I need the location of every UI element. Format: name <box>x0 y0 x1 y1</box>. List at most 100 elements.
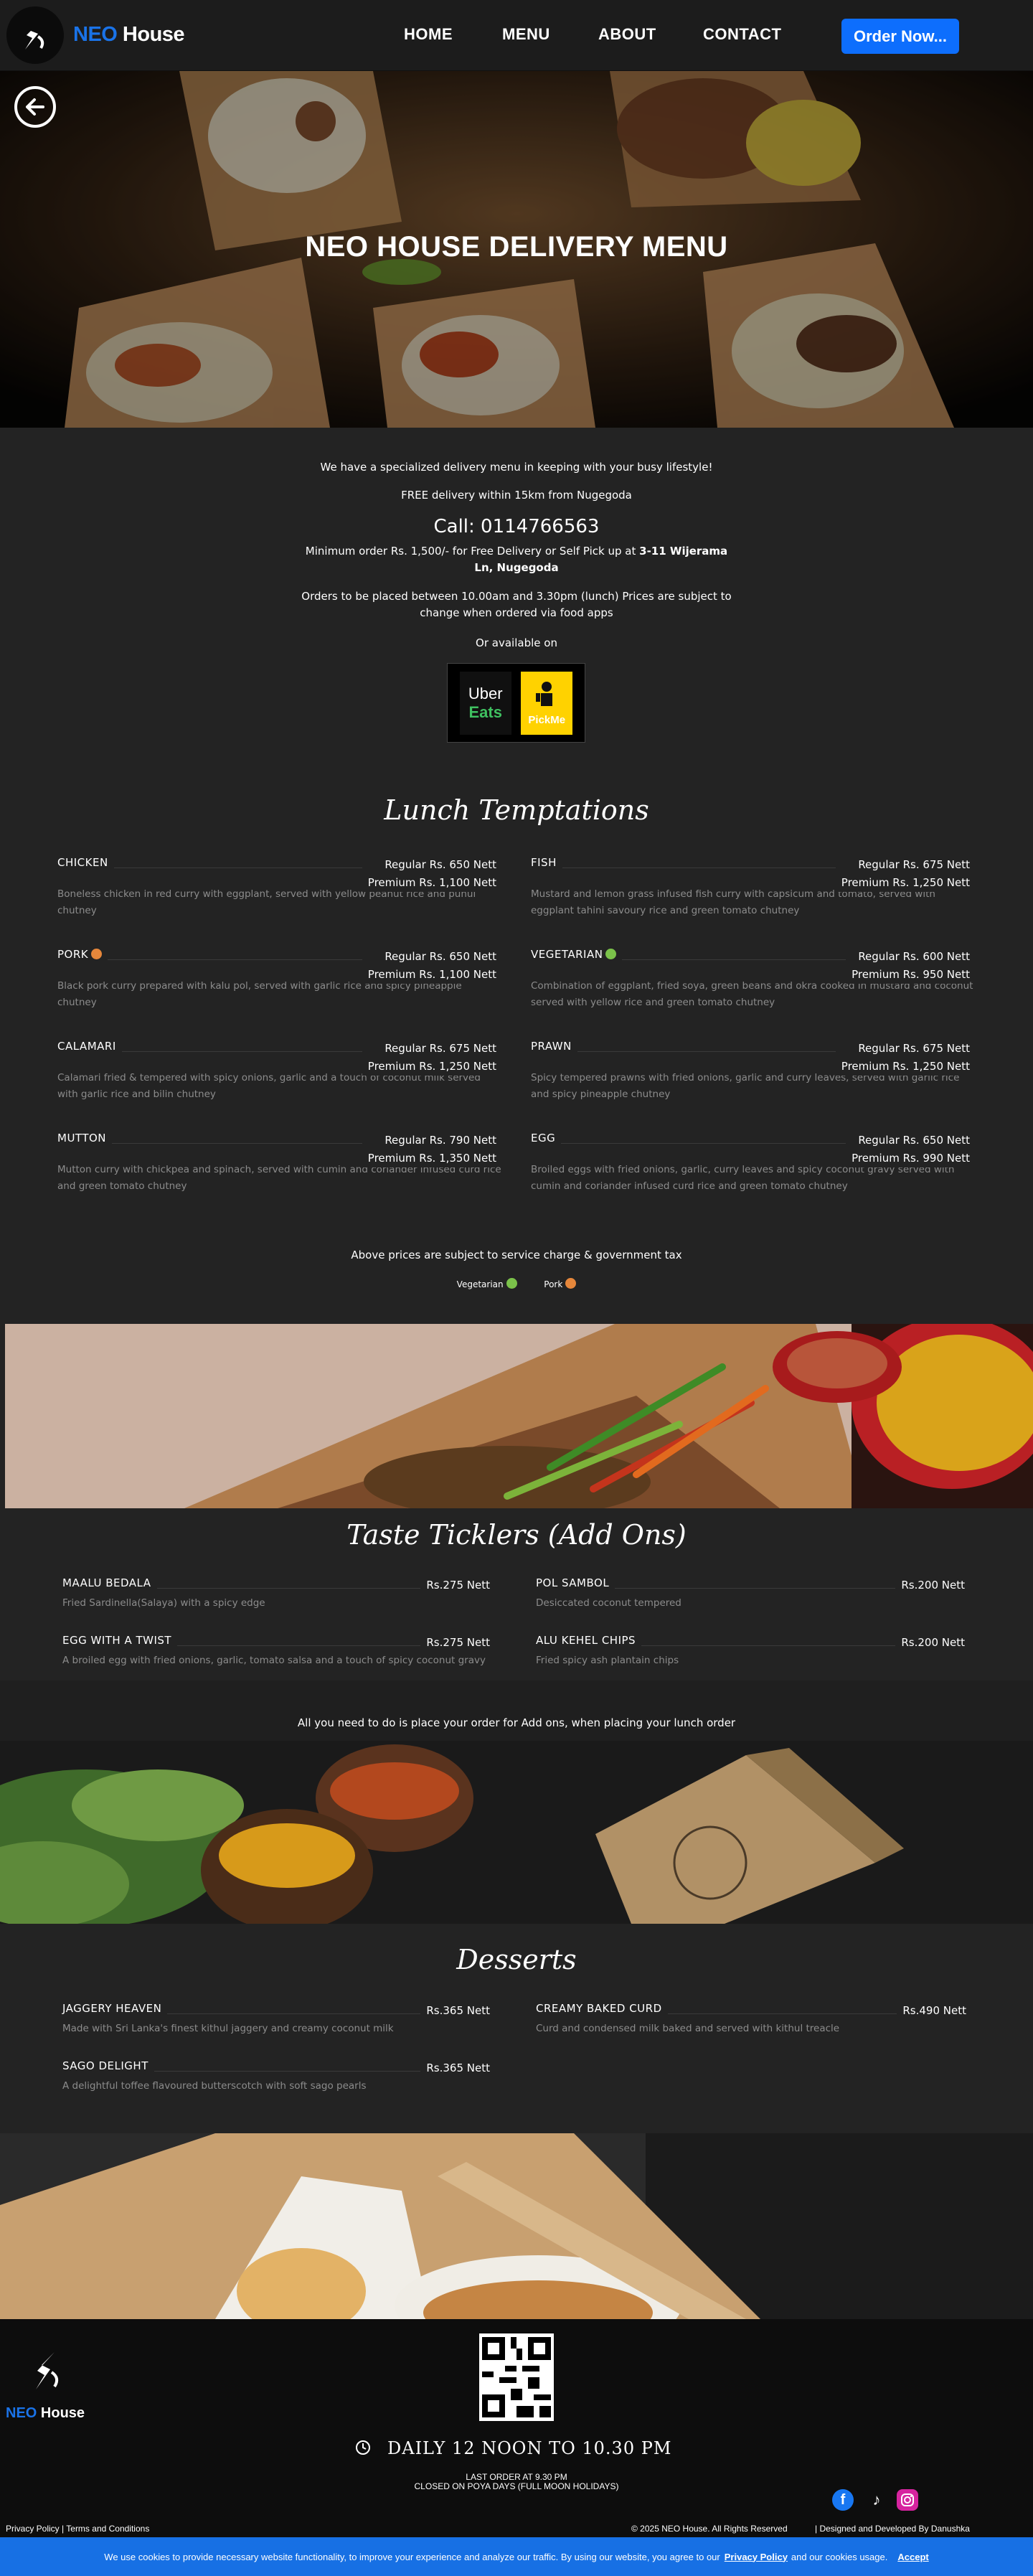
back-button[interactable] <box>14 86 56 128</box>
addon-pol-sambol: POL SAMBOL Rs.200 Nett Desiccated coconut… <box>536 1576 965 1612</box>
uber-text: Uber <box>468 684 503 702</box>
regular-price: Regular Rs. 650 Nett <box>385 950 496 963</box>
facebook-icon[interactable]: f <box>832 2489 854 2511</box>
item-price: Rs.200 Nett <box>895 1576 965 1594</box>
regular-price: Regular Rs. 675 Nett <box>858 1042 970 1055</box>
min-order-text: Minimum order Rs. 1,500/- for Free Deliv… <box>305 545 636 558</box>
addon-egg-with-a-twist: EGG WITH A TWIST Rs.275 Nett A broiled eg… <box>62 1634 490 1669</box>
item-desc: Made with Sri Lanka's finest kithul jagg… <box>62 2023 394 2034</box>
item-desc: Curd and condensed milk baked and served… <box>536 2023 840 2034</box>
footer: NEO House DAILY 12 NOON TO 10.30 PM LAST… <box>0 2319 1033 2537</box>
addons-section-title: Taste Ticklers (Add Ons) <box>346 1519 687 1551</box>
menu-item-mutton: MUTTON Regular Rs. 790 Nett Premium Rs. 1,… <box>57 1132 501 1195</box>
dessert-creamy-baked-curd: CREAMY BAKED CURD Rs.490 Nett Curd and co… <box>536 2002 966 2037</box>
menu-item-vegetarian: VEGETARIAN Regular Rs. 600 Nett Premium Rs… <box>531 948 973 1011</box>
logo[interactable] <box>6 6 64 64</box>
salad-box-image <box>5 1324 1033 1508</box>
opening-hours: DAILY 12 NOON TO 10.30 PM <box>387 2438 672 2458</box>
nav-home[interactable]: HOME <box>404 25 453 44</box>
uber-eats-logo[interactable]: Uber Eats <box>459 671 511 735</box>
item-name: EGG <box>531 1132 562 1144</box>
item-name-text: VEGETARIAN <box>531 948 603 961</box>
cookie-text: We use cookies to provide necessary webs… <box>104 2551 720 2562</box>
info-order-time: Orders to be placed between 10.00am and … <box>301 590 732 619</box>
delivery-apps: Uber Eats PickMe <box>447 663 585 743</box>
dessert-jaggery-heaven: JAGGERY HEAVEN Rs.365 Nett Made with Sri … <box>62 2002 490 2037</box>
menu-item-calamari: CALAMARI Regular Rs. 675 Nett Premium Rs. … <box>57 1040 496 1103</box>
menu-item-fish: FISH Regular Rs. 675 Nett Premium Rs. 1,25… <box>531 856 970 919</box>
premium-price: Premium Rs. 1,100 Nett <box>367 968 496 981</box>
info-lifestyle: We have a specialized delivery menu in k… <box>320 461 713 474</box>
pork-legend-icon <box>565 1278 577 1289</box>
tiktok-icon[interactable]: ♪ <box>866 2489 887 2511</box>
terms-link[interactable]: Terms and Conditions <box>66 2524 149 2534</box>
addon-alu-kehel-chips: ALU KEHEL CHIPS Rs.200 Nett Fried spicy a… <box>536 1634 965 1669</box>
last-order: LAST ORDER AT 9.30 PM <box>466 2472 567 2482</box>
premium-price: Premium Rs. 950 Nett <box>852 968 970 981</box>
item-price: Rs.365 Nett <box>420 2002 490 2020</box>
cookie-text-2: and our cookies usage. <box>791 2551 888 2562</box>
item-desc: Desiccated coconut tempered <box>536 1597 681 1609</box>
item-name: MAALU BEDALA <box>62 1576 157 1589</box>
item-name: ALU KEHEL CHIPS <box>536 1634 642 1647</box>
cookie-banner: We use cookies to provide necessary webs… <box>0 2537 1033 2576</box>
privacy-policy-link[interactable]: Privacy Policy <box>6 2524 60 2534</box>
nav-menu[interactable]: MENU <box>502 25 550 44</box>
top-navbar: NEO House HOME MENU ABOUT CONTACT Order … <box>0 0 1033 71</box>
regular-price: Regular Rs. 790 Nett <box>385 1134 496 1147</box>
item-name: PORK <box>57 948 108 961</box>
brand-house: House <box>122 23 185 46</box>
item-name: JAGGERY HEAVEN <box>62 2002 168 2015</box>
food-image-band-3 <box>0 2133 1033 2319</box>
pickme-figure-icon <box>536 682 553 706</box>
premium-price: Premium Rs. 990 Nett <box>852 1152 970 1165</box>
accept-cookies-button[interactable]: Accept <box>897 2552 928 2562</box>
cookie-privacy-link[interactable]: Privacy Policy <box>725 2552 788 2562</box>
copyright: © 2025 NEO House. All Rights Reserved <box>631 2524 788 2534</box>
instagram-icon[interactable] <box>897 2489 918 2511</box>
item-price: Rs.200 Nett <box>895 1634 965 1652</box>
item-name: POL SAMBOL <box>536 1576 615 1589</box>
legend-veg-label: Vegetarian <box>456 1279 504 1289</box>
pickme-logo[interactable]: PickMe <box>521 671 573 735</box>
regular-price: Regular Rs. 675 Nett <box>385 1042 496 1055</box>
spices-bag-image <box>0 1741 1033 1924</box>
desserts-section-title: Desserts <box>456 1944 577 1975</box>
footer-logo[interactable] <box>29 2349 65 2397</box>
brand-name[interactable]: NEO House <box>73 23 185 47</box>
regular-price: Regular Rs. 600 Nett <box>858 950 970 963</box>
item-name: CHICKEN <box>57 856 114 869</box>
regular-price: Regular Rs. 675 Nett <box>858 858 970 871</box>
item-desc: Fried spicy ash plantain chips <box>536 1655 679 1666</box>
item-desc: A broiled egg with fried onions, garlic,… <box>62 1655 486 1666</box>
regular-price: Regular Rs. 650 Nett <box>385 858 496 871</box>
food-image-band-1 <box>5 1324 1033 1508</box>
nav-about[interactable]: ABOUT <box>598 25 656 44</box>
footer-brand: NEO House <box>6 2405 85 2422</box>
item-name: SAGO DELIGHT <box>62 2059 154 2072</box>
item-name: FISH <box>531 856 562 869</box>
menu-item-egg: EGG Regular Rs. 650 Nett Premium Rs. 990 N… <box>531 1132 970 1195</box>
menu-item-pork: PORK Regular Rs. 650 Nett Premium Rs. 1,10… <box>57 948 496 1011</box>
legend-pork-label: Pork <box>544 1279 563 1289</box>
footer-logo-icon <box>36 2352 59 2389</box>
item-name: MUTTON <box>57 1132 113 1144</box>
item-price: Rs.275 Nett <box>420 1576 490 1594</box>
item-name: PRAWN <box>531 1040 577 1053</box>
veg-legend-icon <box>506 1278 517 1289</box>
qr-code[interactable] <box>479 2333 554 2421</box>
item-price: Rs.275 Nett <box>420 1634 490 1652</box>
logo-icon <box>25 21 44 50</box>
nav-contact[interactable]: CONTACT <box>703 25 781 44</box>
item-name-text: PORK <box>57 948 89 961</box>
clock-icon <box>355 2440 371 2459</box>
hero-title: NEO HOUSE DELIVERY MENU <box>305 231 728 263</box>
info-available-on: Or available on <box>476 636 557 649</box>
eats-text: Eats <box>468 702 502 721</box>
addons-note-bar <box>0 1680 1033 1741</box>
premium-price: Premium Rs. 1,350 Nett <box>367 1152 496 1165</box>
order-now-button[interactable]: Order Now... <box>841 19 959 54</box>
diet-legend: Vegetarian Pork <box>230 1277 803 1293</box>
call-number[interactable]: Call: 0114766563 <box>230 514 803 540</box>
menu-item-prawn: PRAWN Regular Rs. 675 Nett Premium Rs. 1,2… <box>531 1040 970 1103</box>
